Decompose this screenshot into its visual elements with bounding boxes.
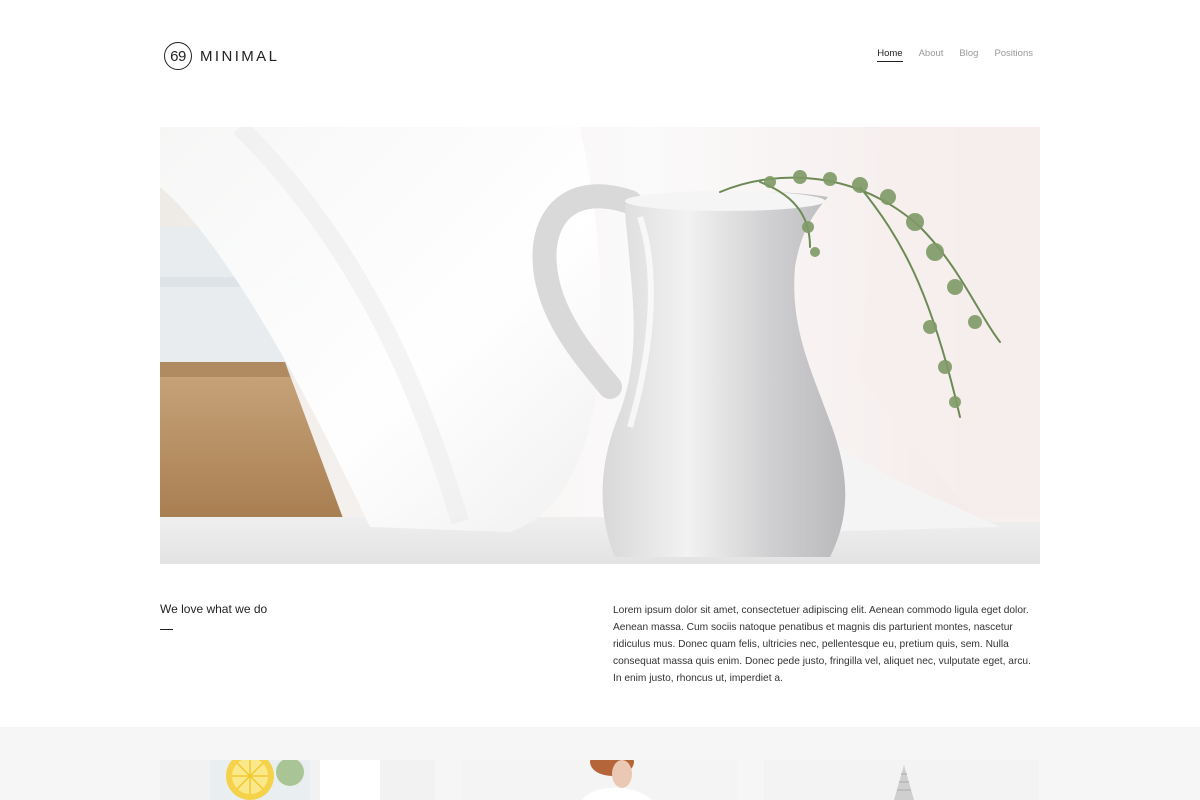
page: 69 MINIMAL Home About Blog Positions We …: [0, 0, 1200, 800]
gallery-image-lemon-water[interactable]: [160, 760, 435, 800]
intro-title: We love what we do: [160, 602, 268, 616]
intro-body: Lorem ipsum dolor sit amet, consectetuer…: [613, 605, 1031, 684]
nav-home[interactable]: Home: [877, 48, 903, 62]
title-divider: [160, 629, 173, 630]
site-header: 69 MINIMAL Home About Blog Positions: [160, 40, 1040, 72]
logo-mark: 69: [164, 42, 192, 70]
nav-blog[interactable]: Blog: [959, 48, 978, 62]
site-logo[interactable]: 69 MINIMAL: [164, 42, 279, 70]
gallery-image-portrait[interactable]: [462, 760, 737, 800]
gallery-section: [0, 727, 1200, 800]
logo-wordmark: MINIMAL: [200, 47, 280, 65]
nav-positions[interactable]: Positions: [994, 48, 1033, 62]
nav-about[interactable]: About: [919, 48, 944, 62]
main-nav: Home About Blog Positions: [877, 48, 1033, 62]
gallery-image-object[interactable]: [764, 760, 1039, 800]
hero-image: [160, 127, 1040, 564]
